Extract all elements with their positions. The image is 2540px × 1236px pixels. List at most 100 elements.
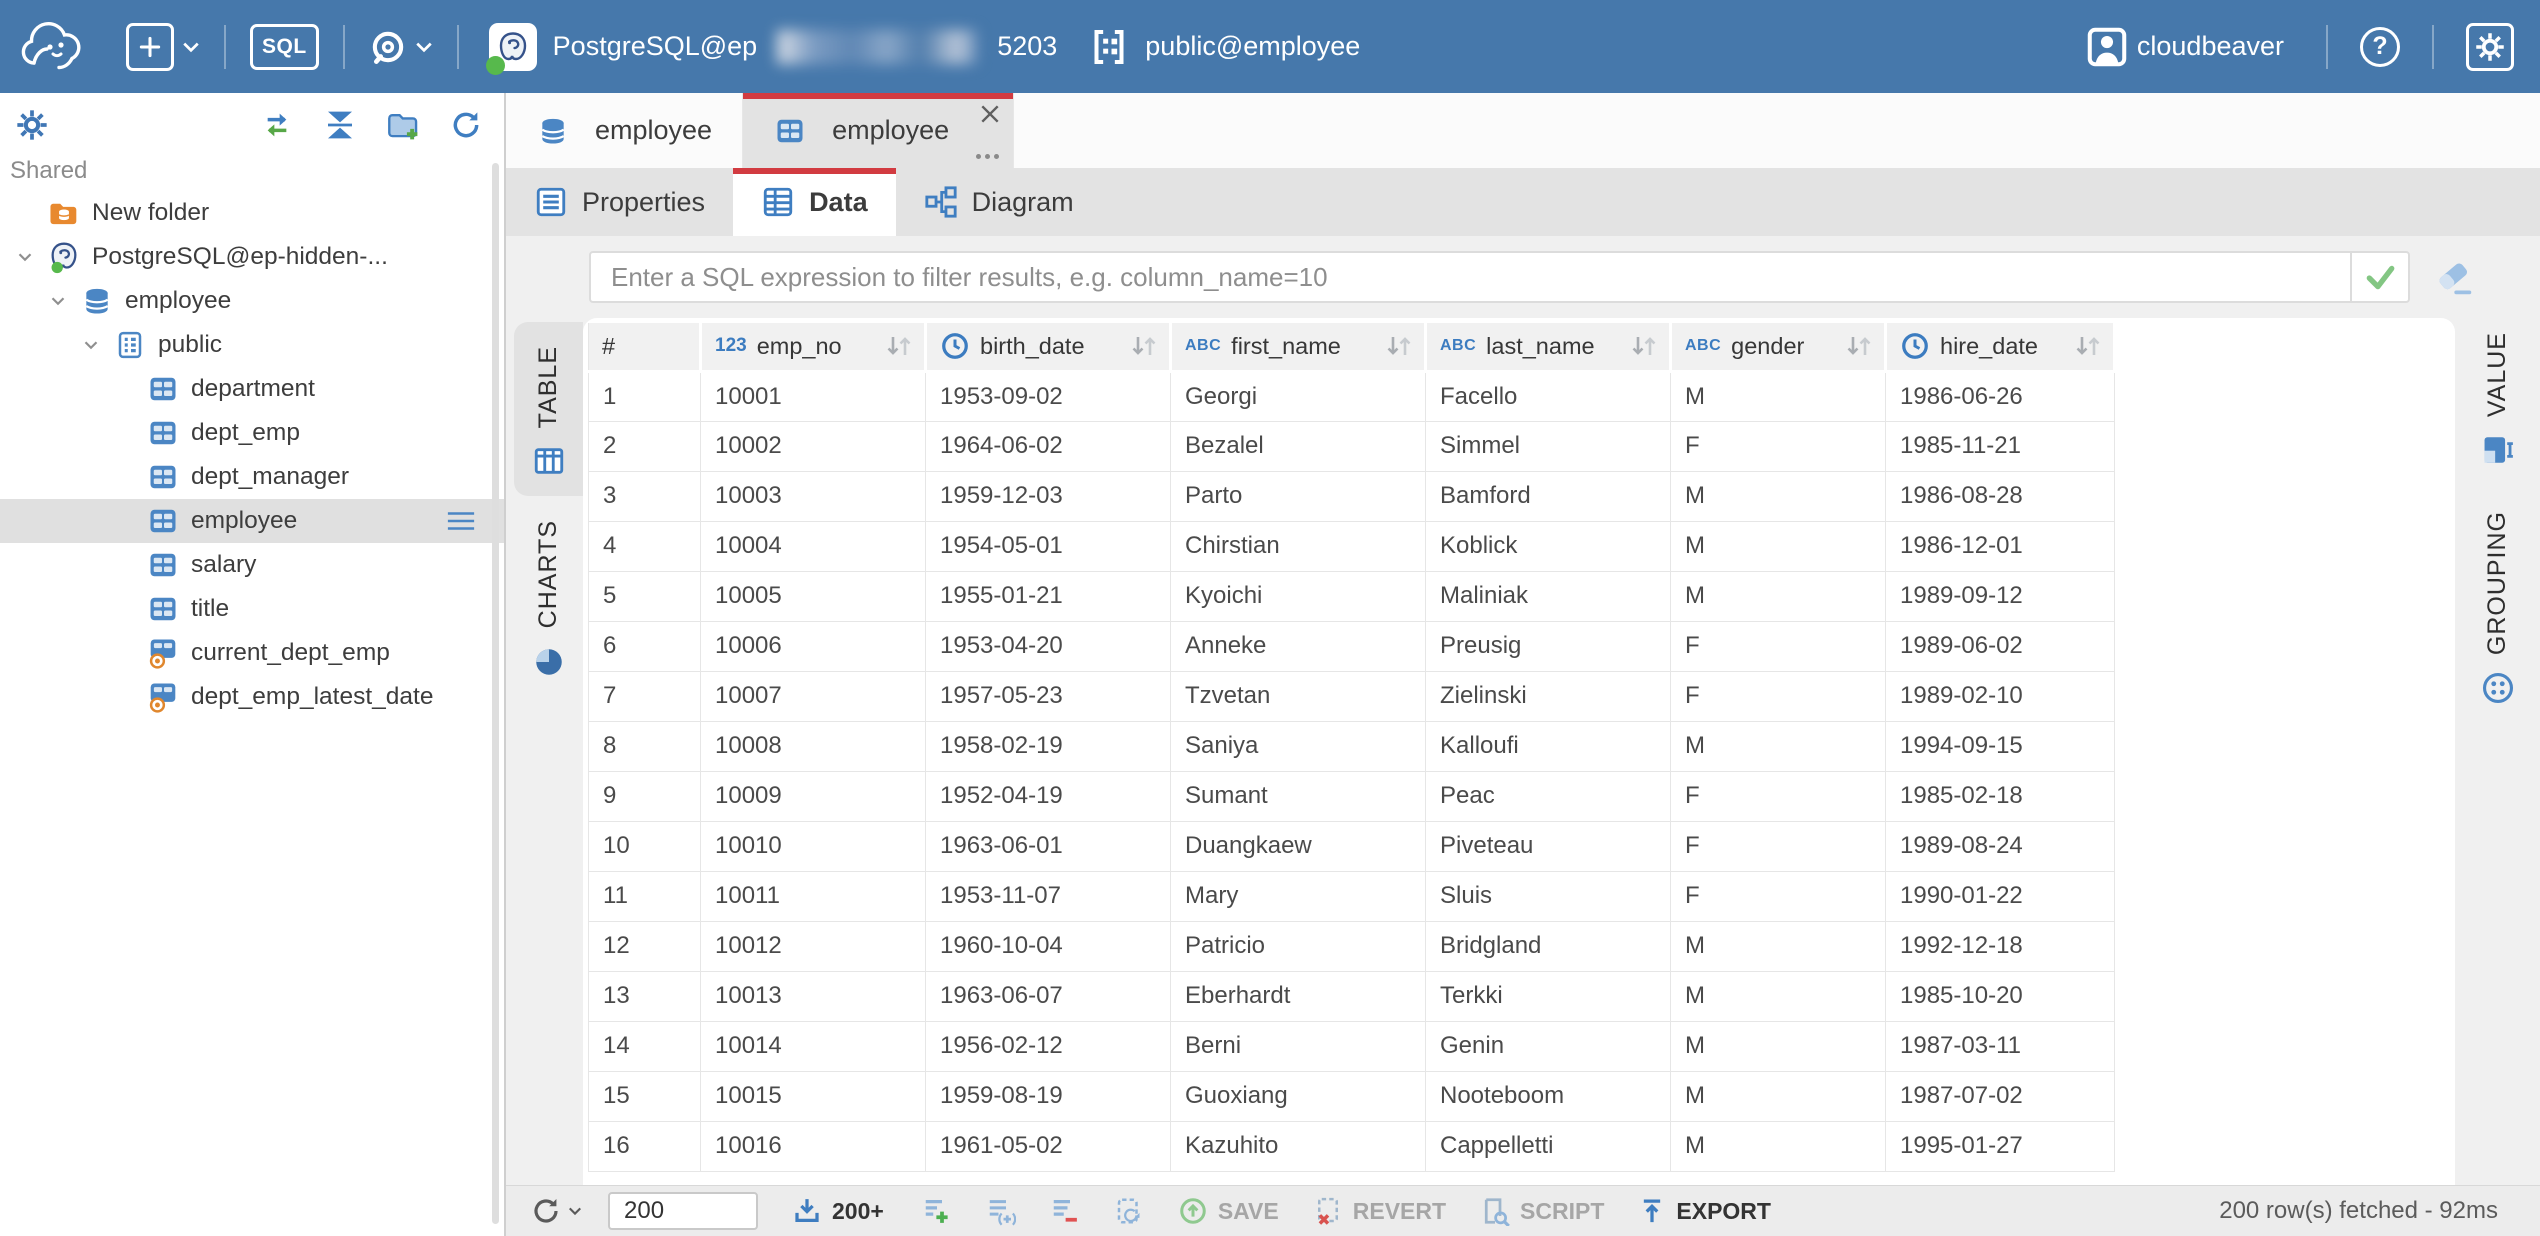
collapse-all-button[interactable] [324,109,356,141]
cell-gender[interactable]: M [1671,571,1886,621]
cell-emp_no[interactable]: 10013 [701,971,926,1021]
tree-node-dept-emp-latest-date[interactable]: dept_emp_latest_date [0,675,504,719]
cell-birth_date[interactable]: 1958-02-19 [926,721,1171,771]
row-number-cell[interactable]: 6 [589,621,701,671]
cell-birth_date[interactable]: 1953-09-02 [926,371,1171,421]
cell-birth_date[interactable]: 1957-05-23 [926,671,1171,721]
cell-emp_no[interactable]: 10005 [701,571,926,621]
node-menu-icon[interactable] [446,510,476,532]
cell-first_name[interactable]: Patricio [1171,921,1426,971]
new-object-button[interactable] [126,23,200,71]
cell-birth_date[interactable]: 1952-04-19 [926,771,1171,821]
tree-node-current-dept-emp[interactable]: current_dept_emp [0,631,504,675]
cell-first_name[interactable]: Tzvetan [1171,671,1426,721]
cell-gender[interactable]: M [1671,921,1886,971]
user-menu-button[interactable]: cloudbeaver [2085,25,2284,69]
tab-diagram[interactable]: Diagram [896,168,1102,236]
tree-node-title[interactable]: title [0,587,504,631]
settings-button[interactable] [2466,23,2514,71]
cell-gender[interactable]: M [1671,721,1886,771]
cell-last_name[interactable]: Terkki [1426,971,1671,1021]
refresh-button[interactable] [450,109,482,141]
tree-node-dept-emp[interactable]: dept_emp [0,411,504,455]
row-number-cell[interactable]: 12 [589,921,701,971]
connection-breadcrumb[interactable]: PostgreSQL@ep5203 [489,23,1058,71]
cell-gender[interactable]: F [1671,871,1886,921]
tree-node-employee[interactable]: employee [0,279,504,323]
cell-hire_date[interactable]: 1986-08-28 [1886,471,2115,521]
node-actions-button[interactable] [446,510,476,532]
row-number-cell[interactable]: 7 [589,671,701,721]
cell-hire_date[interactable]: 1994-09-15 [1886,721,2115,771]
sql-filter-input[interactable] [591,253,2350,301]
cell-emp_no[interactable]: 10003 [701,471,926,521]
cell-first_name[interactable]: Kyoichi [1171,571,1426,621]
cell-hire_date[interactable]: 1989-09-12 [1886,571,2115,621]
cell-hire_date[interactable]: 1986-06-26 [1886,371,2115,421]
tab-menu-icon[interactable] [976,154,999,159]
row-number-cell[interactable]: 8 [589,721,701,771]
cell-hire_date[interactable]: 1986-12-01 [1886,521,2115,571]
cell-birth_date[interactable]: 1954-05-01 [926,521,1171,571]
cell-hire_date[interactable]: 1989-06-02 [1886,621,2115,671]
tree-node-postgresql-ep-hidden-[interactable]: PostgreSQL@ep-hidden-... [0,235,504,279]
cell-birth_date[interactable]: 1956-02-12 [926,1021,1171,1071]
row-number-cell[interactable]: 14 [589,1021,701,1071]
tree-node-department[interactable]: department [0,367,504,411]
column-header-hire_date[interactable]: hire_date [1886,323,2115,371]
cell-last_name[interactable]: Genin [1426,1021,1671,1071]
cell-first_name[interactable]: Bezalel [1171,421,1426,471]
cell-last_name[interactable]: Sluis [1426,871,1671,921]
tree-node-salary[interactable]: salary [0,543,504,587]
script-button[interactable]: SCRIPT [1480,1196,1604,1226]
row-number-cell[interactable]: 4 [589,521,701,571]
cell-gender[interactable]: F [1671,771,1886,821]
row-number-cell[interactable]: 1 [589,371,701,421]
cell-first_name[interactable]: Sumant [1171,771,1426,821]
row-number-cell[interactable]: 16 [589,1121,701,1171]
cell-birth_date[interactable]: 1963-06-01 [926,821,1171,871]
close-icon[interactable] [979,103,1001,125]
cell-last_name[interactable]: Simmel [1426,421,1671,471]
tree-node-public[interactable]: public [0,323,504,367]
cell-gender[interactable]: M [1671,371,1886,421]
cell-gender[interactable]: M [1671,1121,1886,1171]
row-number-cell[interactable]: 11 [589,871,701,921]
cell-gender[interactable]: F [1671,421,1886,471]
auto-refresh-button[interactable] [1114,1196,1144,1226]
panel-tab-value[interactable]: VALUE [2481,332,2515,467]
cell-last_name[interactable]: Bridgland [1426,921,1671,971]
cell-hire_date[interactable]: 1995-01-27 [1886,1121,2115,1171]
cell-hire_date[interactable]: 1989-08-24 [1886,821,2115,871]
expand-chevron-icon[interactable] [14,246,36,268]
column-header-last_name[interactable]: ABClast_name [1426,323,1671,371]
cell-birth_date[interactable]: 1963-06-07 [926,971,1171,1021]
cell-first_name[interactable]: Saniya [1171,721,1426,771]
cell-last_name[interactable]: Peac [1426,771,1671,821]
cell-first_name[interactable]: Berni [1171,1021,1426,1071]
panel-tab-grouping[interactable]: GROUPING [2481,511,2515,705]
cell-hire_date[interactable]: 1992-12-18 [1886,921,2115,971]
tree-node-new-folder[interactable]: New folder [0,191,504,235]
cell-last_name[interactable]: Zielinski [1426,671,1671,721]
cell-gender[interactable]: F [1671,621,1886,671]
save-button[interactable]: SAVE [1178,1196,1279,1226]
cell-emp_no[interactable]: 10012 [701,921,926,971]
cell-hire_date[interactable]: 1987-03-11 [1886,1021,2115,1071]
column-header-first_name[interactable]: ABCfirst_name [1171,323,1426,371]
tab-properties[interactable]: Properties [506,168,733,236]
cell-last_name[interactable]: Bamford [1426,471,1671,521]
cell-first_name[interactable]: Kazuhito [1171,1121,1426,1171]
cell-birth_date[interactable]: 1960-10-04 [926,921,1171,971]
tab-data[interactable]: Data [733,168,896,236]
cell-first_name[interactable]: Georgi [1171,371,1426,421]
row-number-cell[interactable]: 2 [589,421,701,471]
cell-hire_date[interactable]: 1985-02-18 [1886,771,2115,821]
cell-hire_date[interactable]: 1985-10-20 [1886,971,2115,1021]
cell-birth_date[interactable]: 1953-04-20 [926,621,1171,671]
row-number-cell[interactable]: 15 [589,1071,701,1121]
add-row-button[interactable] [922,1196,952,1226]
clear-filter-button[interactable] [2432,255,2476,299]
column-header-emp_no[interactable]: 123emp_no [701,323,926,371]
presentation-tab-table[interactable]: TABLE [514,322,583,496]
